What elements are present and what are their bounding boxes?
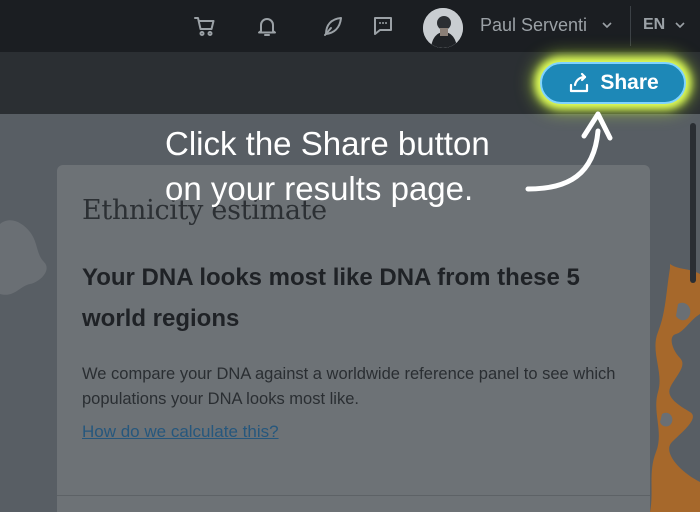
instruction-annotation: Click the Share button on your results p… (165, 121, 490, 211)
chat-icon[interactable] (370, 13, 396, 39)
map-fragment (0, 220, 47, 295)
cart-icon[interactable] (192, 13, 218, 39)
chevron-down-icon[interactable] (602, 21, 612, 29)
share-button-label: Share (600, 71, 659, 94)
card-description: We compare your DNA against a worldwide … (82, 365, 616, 408)
map-fragment (650, 264, 700, 512)
share-button[interactable]: Share (540, 62, 686, 104)
user-name[interactable]: Paul Serventi (480, 15, 587, 36)
calculation-info-link[interactable]: How do we calculate this? (82, 422, 279, 442)
instruction-line-1: Click the Share button (165, 125, 490, 162)
scrollbar-thumb[interactable] (690, 123, 696, 283)
leaf-icon[interactable] (320, 13, 346, 39)
top-navigation-bar: Paul Serventi EN (0, 0, 700, 52)
share-icon (570, 72, 589, 93)
chevron-down-icon[interactable] (675, 21, 685, 29)
pointer-arrow-icon (525, 111, 613, 192)
language-selector[interactable]: EN (643, 16, 665, 34)
card-divider (57, 495, 650, 496)
instruction-line-2: on your results page. (165, 170, 474, 207)
bell-icon[interactable] (254, 13, 280, 39)
ethnicity-estimate-card: Ethnicity estimate Your DNA looks most l… (57, 165, 650, 512)
nav-divider (630, 6, 631, 46)
avatar[interactable] (423, 8, 463, 48)
card-heading: Your DNA looks most like DNA from these … (82, 264, 580, 332)
